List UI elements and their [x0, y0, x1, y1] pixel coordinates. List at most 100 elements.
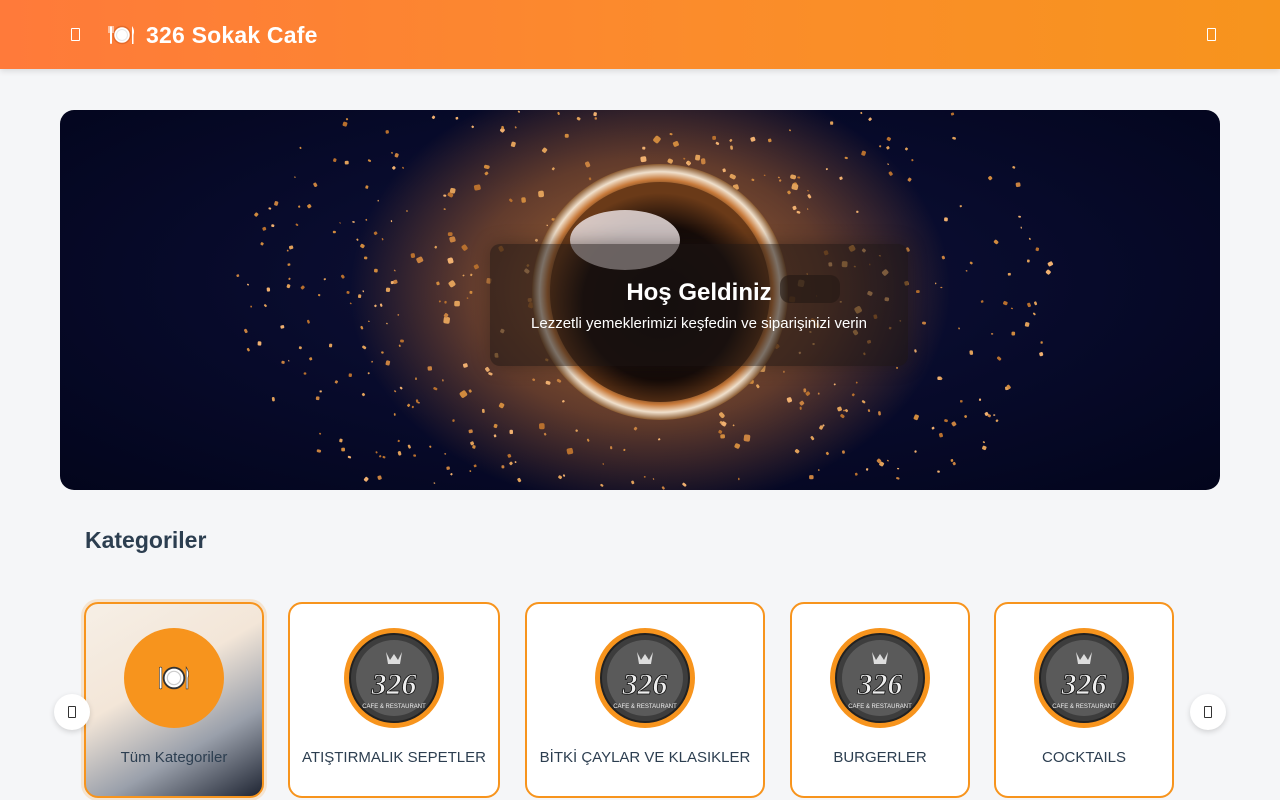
coffee-granule — [1007, 272, 1011, 276]
coffee-granule — [393, 413, 396, 416]
coffee-granule — [390, 281, 394, 285]
coffee-granule — [1035, 247, 1040, 252]
coffee-granule — [1026, 259, 1030, 263]
category-item[interactable]: 326 CAFE & RESTAURANT COCKTAILS — [994, 602, 1174, 798]
brand-title: 326 Sokak Cafe — [146, 21, 318, 48]
chevron-left-icon[interactable] — [54, 694, 90, 730]
coffee-granule — [271, 397, 275, 402]
coffee-granule — [868, 117, 872, 122]
coffee-granule — [940, 286, 943, 289]
coffee-granule — [263, 304, 267, 308]
coffee-granule — [950, 459, 954, 462]
coffee-granule — [363, 476, 369, 482]
coffee-granule — [288, 245, 294, 250]
category-item[interactable]: 326 CAFE & RESTAURANT BİTKİ ÇAYLAR VE KL… — [525, 602, 765, 798]
hero-subtitle: Lezzetli yemeklerimizi keşfedin ve sipar… — [531, 314, 867, 332]
coffee-granule — [340, 274, 345, 279]
coffee-granule — [1012, 166, 1016, 169]
restaurant-logo: 326 CAFE & RESTAURANT — [344, 628, 444, 728]
coffee-granule — [712, 135, 717, 140]
coffee-granule — [246, 347, 250, 352]
cart-icon[interactable] — [1204, 22, 1218, 46]
coffee-granule — [952, 136, 956, 140]
coffee-granule — [367, 372, 370, 375]
coffee-granule — [407, 444, 411, 449]
coffee-granule — [348, 373, 352, 378]
coffee-granule — [400, 339, 404, 343]
coffee-granule — [288, 277, 291, 281]
coffee-granule — [377, 199, 379, 202]
coffee-granule — [415, 377, 417, 381]
categories-title: Kategoriler — [85, 527, 207, 553]
hero-overlay: Hoş Geldiniz Lezzetli yemeklerimizi keşf… — [490, 244, 908, 366]
coffee-granule — [799, 406, 802, 410]
svg-text:CAFE & RESTAURANT: CAFE & RESTAURANT — [613, 704, 677, 710]
coffee-granule — [313, 182, 318, 187]
hero-title: Hoş Geldiniz — [626, 278, 772, 306]
coffee-granule — [244, 328, 248, 334]
coffee-granule — [443, 194, 447, 197]
coffee-granule — [988, 175, 993, 181]
coffee-granule — [809, 475, 814, 480]
coffee-granule — [286, 249, 289, 252]
svg-text:326: 326 — [857, 668, 903, 701]
svg-text:CAFE & RESTAURANT: CAFE & RESTAURANT — [1052, 704, 1116, 710]
coffee-granule — [298, 346, 302, 350]
coffee-granule — [1018, 215, 1021, 218]
coffee-granule — [1032, 312, 1036, 316]
coffee-granule — [738, 477, 740, 481]
coffee-granule — [642, 146, 646, 150]
coffee-granule — [298, 205, 301, 208]
coffee-granule — [454, 300, 460, 307]
brand[interactable]: 326 Sokak Cafe — [108, 18, 318, 52]
coffee-granule — [1039, 352, 1044, 357]
coffee-granule — [950, 112, 955, 116]
coffee-granule — [860, 111, 863, 115]
chevron-right-icon[interactable] — [1190, 694, 1226, 730]
coffee-granule — [427, 366, 433, 371]
restaurant-logo: 326 CAFE & RESTAURANT — [830, 628, 930, 728]
coffee-granule — [332, 230, 336, 234]
category-carousel[interactable]: Tüm Kategoriler 326 CAFE & RESTAURANT AT… — [80, 598, 1196, 800]
coffee-granule — [363, 256, 368, 260]
restaurant-logo: 326 CAFE & RESTAURANT — [1034, 628, 1134, 728]
coffee-granule — [268, 207, 272, 210]
coffee-granule — [286, 284, 291, 289]
category-item[interactable]: 326 CAFE & RESTAURANT ATIŞTIRMALIK SEPET… — [288, 602, 500, 798]
coffee-granule — [1010, 307, 1013, 310]
category-label: BURGERLER — [833, 749, 927, 766]
coffee-granule — [982, 445, 987, 451]
coffee-granule — [455, 116, 459, 120]
coffee-granule — [378, 455, 382, 458]
menu-icon[interactable] — [64, 22, 86, 46]
coffee-granule — [307, 204, 312, 209]
category-all[interactable]: Tüm Kategoriler — [84, 602, 264, 798]
coffee-granule — [333, 158, 337, 163]
coffee-granule — [391, 151, 393, 154]
coffee-granule — [1034, 301, 1038, 306]
coffee-granule — [993, 239, 999, 245]
coffee-granule — [944, 217, 948, 222]
coffee-granule — [825, 168, 828, 171]
coffee-granule — [897, 467, 900, 470]
coffee-granule — [319, 390, 322, 393]
svg-text:CAFE & RESTAURANT: CAFE & RESTAURANT — [848, 704, 912, 710]
coffee-granule — [382, 455, 386, 459]
coffee-granule — [431, 115, 436, 120]
coffee-granule — [720, 434, 726, 439]
coffee-granule — [896, 366, 899, 369]
coffee-granule — [995, 419, 999, 423]
coffee-granule — [345, 118, 349, 121]
coffee-granule — [319, 432, 322, 435]
coffee-granule — [392, 166, 396, 170]
coffee-granule — [447, 232, 453, 237]
category-item[interactable]: 326 CAFE & RESTAURANT BURGERLER — [790, 602, 970, 798]
coffee-granule — [328, 343, 333, 348]
coffee-granule — [317, 293, 321, 297]
coffee-granule — [830, 121, 834, 125]
coffee-granule — [935, 282, 937, 285]
coffee-granule — [357, 294, 362, 299]
coffee-granule — [411, 405, 414, 409]
coffee-granule — [964, 415, 968, 418]
coffee-granule — [450, 472, 453, 476]
